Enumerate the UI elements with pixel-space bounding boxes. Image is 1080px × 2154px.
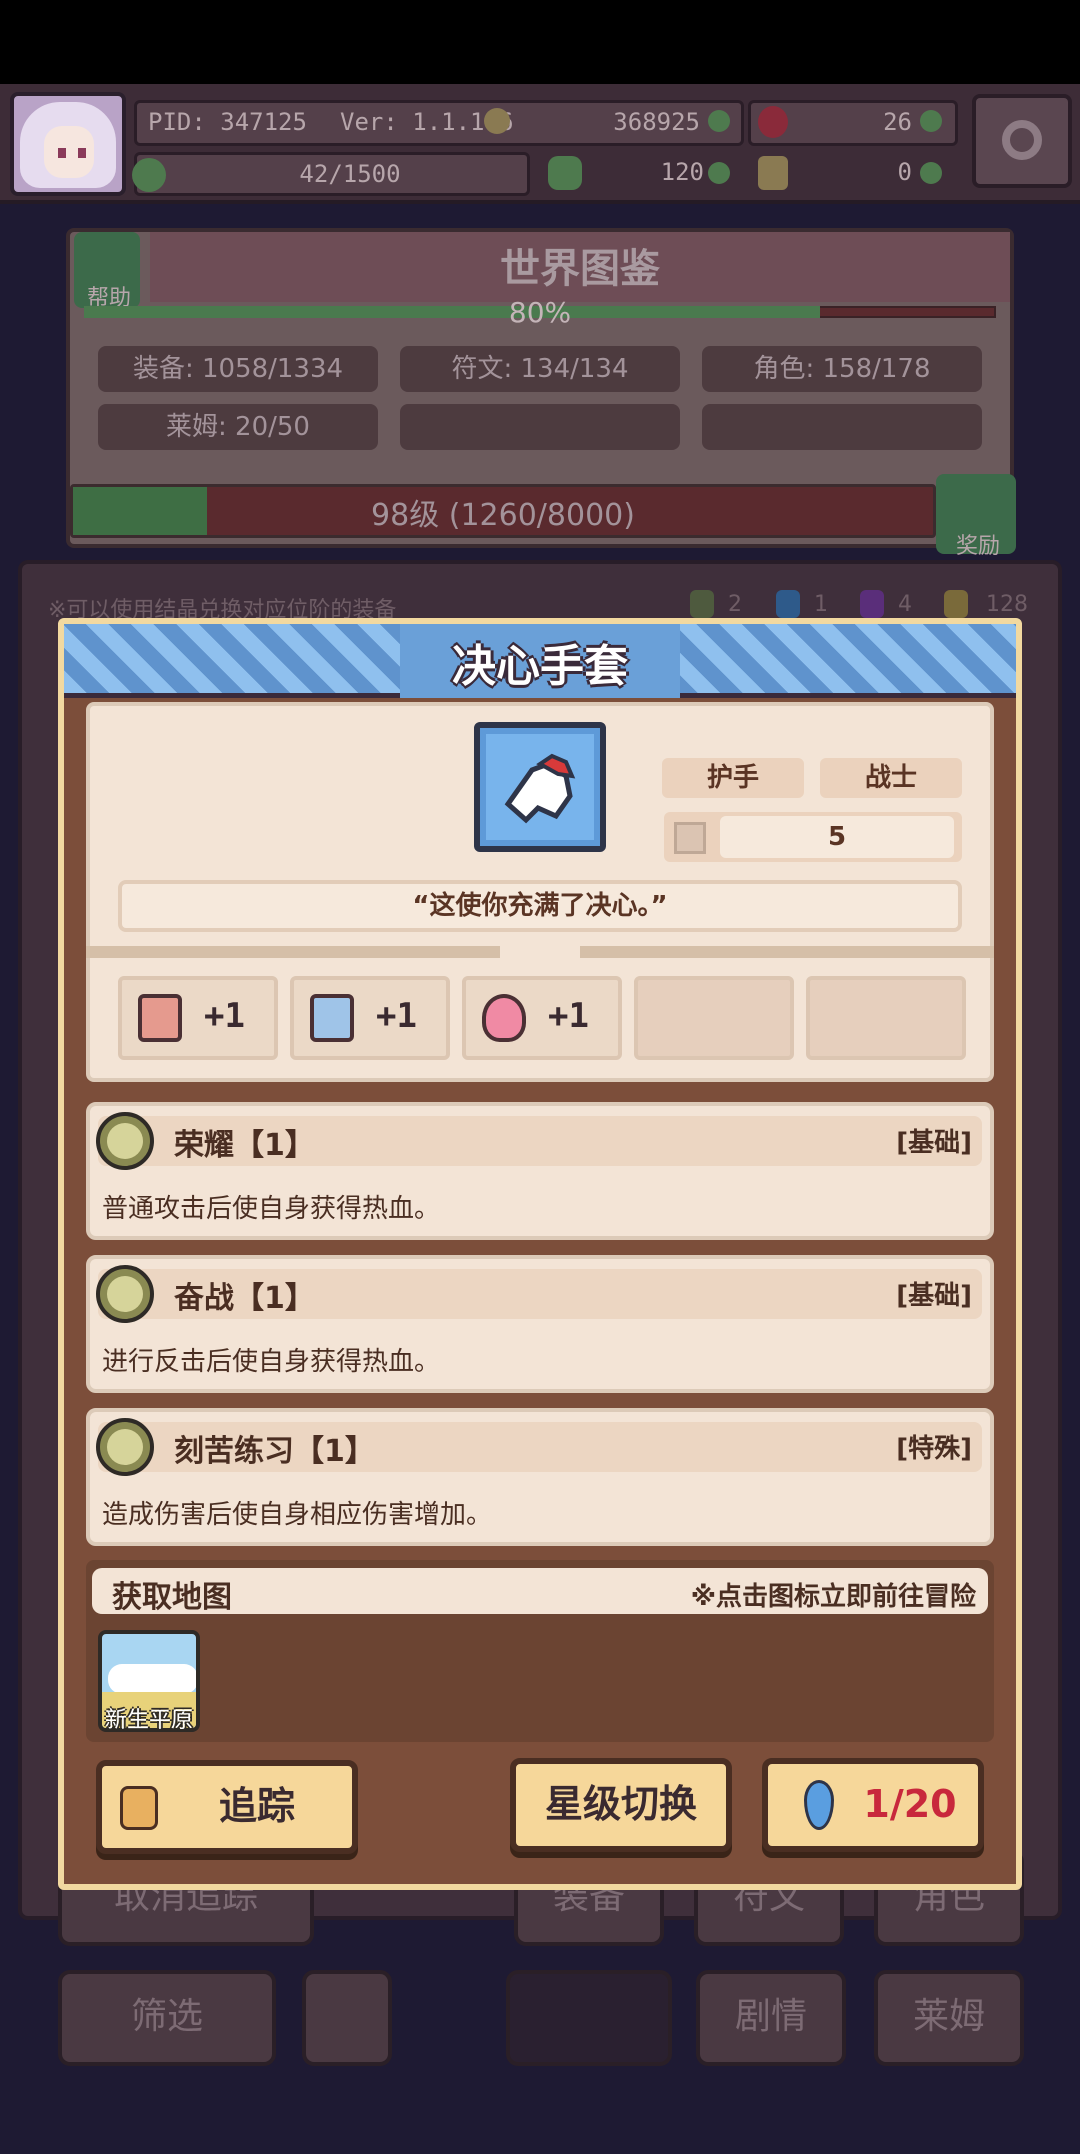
star-switch-button[interactable]: 星级切换 bbox=[510, 1758, 732, 1852]
codex-level-label: 98级 (1260/8000) bbox=[371, 498, 635, 533]
filter-button[interactable]: 筛选 bbox=[58, 1970, 276, 2066]
cloud-shape bbox=[108, 1664, 196, 1694]
avatar-face bbox=[44, 126, 94, 178]
avatar-eye bbox=[78, 148, 86, 158]
thumbs-up-icon bbox=[120, 1786, 158, 1830]
codex-progress-label: 80% bbox=[508, 296, 572, 329]
skill-type: [基础] bbox=[896, 1128, 972, 1158]
codex-stat-empty bbox=[400, 404, 680, 450]
skill-icon-inner bbox=[107, 1123, 143, 1159]
skill-name: 刻苦练习【1】 bbox=[174, 1434, 375, 1469]
skill-desc: 普通攻击后使自身获得热血。 bbox=[102, 1194, 441, 1224]
stat-slot-empty bbox=[806, 976, 966, 1060]
stamina-icon bbox=[132, 158, 166, 192]
key-count: 0 bbox=[897, 158, 912, 186]
reward-label: 奖励 bbox=[955, 534, 1000, 559]
map-hint: ※点击图标立即前往冒险 bbox=[690, 1582, 976, 1612]
crystal-purple-count: 4 bbox=[898, 592, 912, 617]
blue-crystal-icon bbox=[804, 1780, 834, 1830]
clover-count: 120 bbox=[660, 158, 704, 186]
refresh-button[interactable] bbox=[302, 1970, 392, 2066]
red-gem-count: 26 bbox=[883, 108, 912, 136]
red-gem-icon bbox=[758, 106, 788, 138]
modal-title: 决心手套 bbox=[452, 641, 628, 692]
tag-class: 战士 bbox=[820, 758, 962, 798]
add-gem-icon[interactable] bbox=[920, 110, 942, 132]
gold-count: 368925 bbox=[613, 108, 700, 136]
gear-icon bbox=[1002, 120, 1042, 160]
skill-icon-inner bbox=[107, 1429, 143, 1465]
clover-icon bbox=[548, 156, 582, 190]
skill-card: 荣耀【1】 [基础] 普通攻击后使自身获得热血。 bbox=[86, 1102, 994, 1240]
codex-title: 世界图鉴 bbox=[500, 246, 660, 292]
divider-ornament bbox=[500, 940, 580, 964]
skill-card: 刻苦练习【1】 [特殊] 造成伤害后使自身相应伤害增加。 bbox=[86, 1408, 994, 1546]
skill-icon bbox=[96, 1418, 154, 1476]
add-clover-icon[interactable] bbox=[708, 162, 730, 184]
stat-slot-health: +1 bbox=[462, 976, 622, 1060]
skill-icon-inner bbox=[107, 1276, 143, 1312]
crystal-green-count: 2 bbox=[728, 592, 742, 617]
stamina-value: 42/1500 bbox=[299, 160, 401, 188]
codex-stat-empty bbox=[702, 404, 982, 450]
tab-slime[interactable]: 莱姆 bbox=[874, 1970, 1024, 2066]
skill-card: 奋战【1】 [基础] 进行反击后使自身获得热血。 bbox=[86, 1255, 994, 1393]
stat-value: +1 bbox=[376, 996, 417, 1036]
skill-type: [特殊] bbox=[896, 1434, 972, 1464]
key-icon bbox=[758, 156, 788, 190]
system-status-strip bbox=[0, 0, 1080, 84]
count-button[interactable]: 1/20 bbox=[762, 1758, 984, 1852]
add-key-icon[interactable] bbox=[920, 162, 942, 184]
skill-type: [基础] bbox=[896, 1281, 972, 1311]
skill-desc: 造成伤害后使自身相应伤害增加。 bbox=[102, 1500, 493, 1530]
tag-slot-type: 护手 bbox=[662, 758, 804, 798]
item-level-value: 5 bbox=[720, 816, 954, 858]
stat-value: +1 bbox=[548, 996, 589, 1036]
book-icon bbox=[310, 994, 354, 1042]
settings-button[interactable] bbox=[972, 94, 1072, 188]
crystal-blue-count: 1 bbox=[814, 592, 828, 617]
item-quote: “这使你充满了决心。” bbox=[118, 880, 962, 932]
skill-name: 荣耀【1】 bbox=[174, 1128, 315, 1163]
crystal-green-icon bbox=[690, 590, 714, 618]
pid-label: PID: 347125 bbox=[148, 108, 307, 136]
avatar-eye bbox=[58, 148, 66, 158]
crystal-purple-icon bbox=[860, 590, 884, 618]
stat-value: +1 bbox=[204, 996, 245, 1036]
stat-slot-magic: +1 bbox=[290, 976, 450, 1060]
skill-icon bbox=[96, 1265, 154, 1323]
skill-name: 奋战【1】 bbox=[174, 1281, 315, 1316]
track-button[interactable]: 追踪 bbox=[96, 1760, 358, 1854]
codex-stat-character: 角色: 158/178 bbox=[702, 346, 982, 392]
crystal-blue-icon bbox=[776, 590, 800, 618]
heart-icon bbox=[482, 994, 526, 1042]
codex-stat-slime: 莱姆: 20/50 bbox=[98, 404, 378, 450]
crystal-gold-icon bbox=[944, 590, 968, 618]
skill-desc: 进行反击后使自身获得热血。 bbox=[102, 1347, 441, 1377]
codex-stat-rune: 符文: 134/134 bbox=[400, 346, 680, 392]
tab-story[interactable]: 剧情 bbox=[696, 1970, 846, 2066]
gauntlet-icon bbox=[486, 734, 594, 840]
map-title: 获取地图 bbox=[112, 1580, 232, 1615]
fist-icon bbox=[138, 994, 182, 1042]
count-label: 1/20 bbox=[863, 1782, 957, 1826]
crystal-gold-count: 128 bbox=[986, 592, 1028, 617]
codex-stat-equipment: 装备: 1058/1334 bbox=[98, 346, 378, 392]
level-icon bbox=[674, 822, 706, 854]
skill-icon bbox=[96, 1112, 154, 1170]
player-avatar[interactable] bbox=[10, 92, 126, 196]
coin-icon bbox=[484, 108, 510, 134]
codex-progress-fill bbox=[84, 306, 820, 318]
add-gold-icon[interactable] bbox=[708, 110, 730, 132]
map-tile-label: 新生平原 bbox=[104, 1708, 193, 1733]
stat-slot-attack: +1 bbox=[118, 976, 278, 1060]
track-label: 追踪 bbox=[218, 1784, 295, 1828]
stat-slot-empty bbox=[634, 976, 794, 1060]
empty-slot bbox=[506, 1970, 672, 2066]
